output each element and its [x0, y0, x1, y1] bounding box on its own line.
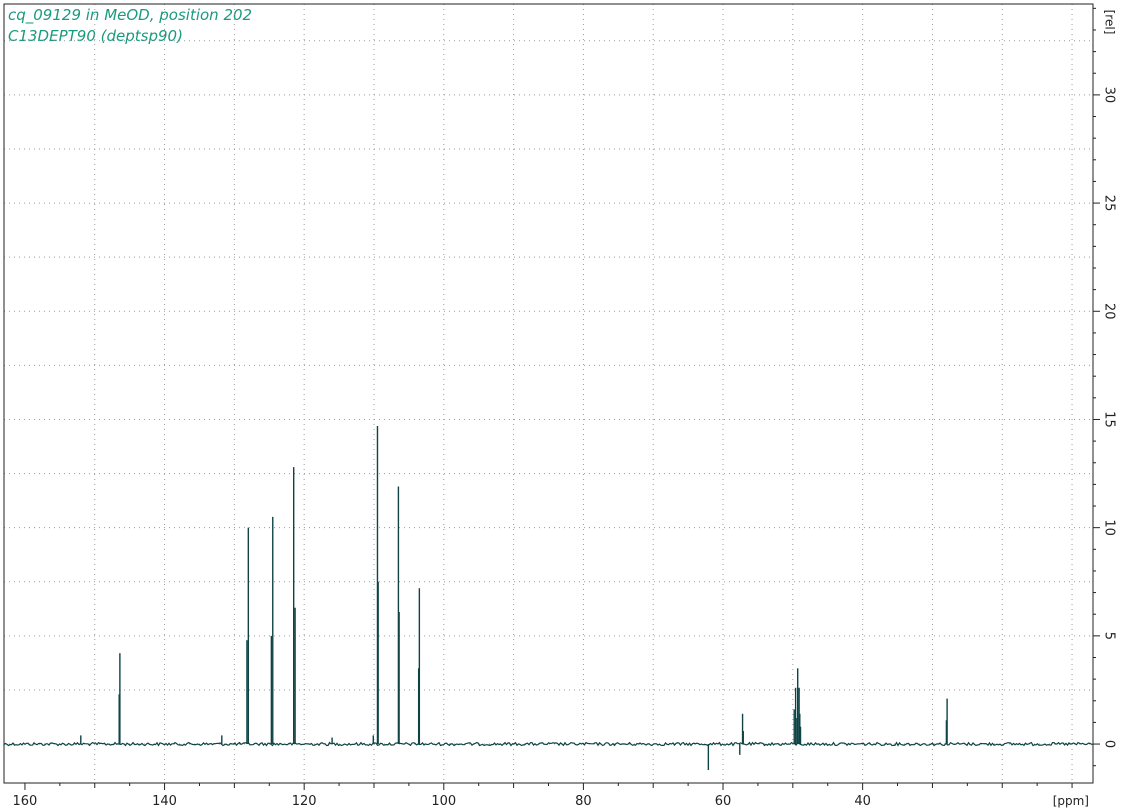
- axes: 160 140 120 100 80 60 40 0 5 10 15 20 25 30: [13, 7, 1117, 809]
- x-tick-label: 120: [292, 794, 317, 809]
- y-tick-label: 25: [1102, 195, 1117, 212]
- y-tick-label: 15: [1102, 411, 1117, 428]
- spectrum-trace: [3, 425, 1093, 771]
- y-axis-unit-label: [rel]: [1103, 10, 1117, 35]
- x-tick-label: 100: [431, 794, 456, 809]
- y-tick-label: 30: [1102, 87, 1117, 104]
- y-tick-label: 0: [1102, 740, 1117, 748]
- x-axis-unit-label: [ppm]: [1053, 794, 1089, 808]
- x-tick-label: 80: [575, 794, 592, 809]
- x-tick-label: 160: [13, 794, 38, 809]
- x-tick-label: 60: [715, 794, 732, 809]
- plot-frame: [3, 3, 1094, 784]
- nmr-spectrum-chart: 160 140 120 100 80 60 40 0 5 10 15 20 25 30 [ppm] [re…: [3, 3, 1117, 809]
- x-tick-label: 40: [854, 794, 871, 809]
- x-tick-label: 140: [152, 794, 177, 809]
- grid: [4, 4, 1093, 783]
- y-tick-label: 20: [1102, 303, 1117, 320]
- y-tick-label: 10: [1102, 519, 1117, 536]
- y-tick-label: 5: [1102, 632, 1117, 640]
